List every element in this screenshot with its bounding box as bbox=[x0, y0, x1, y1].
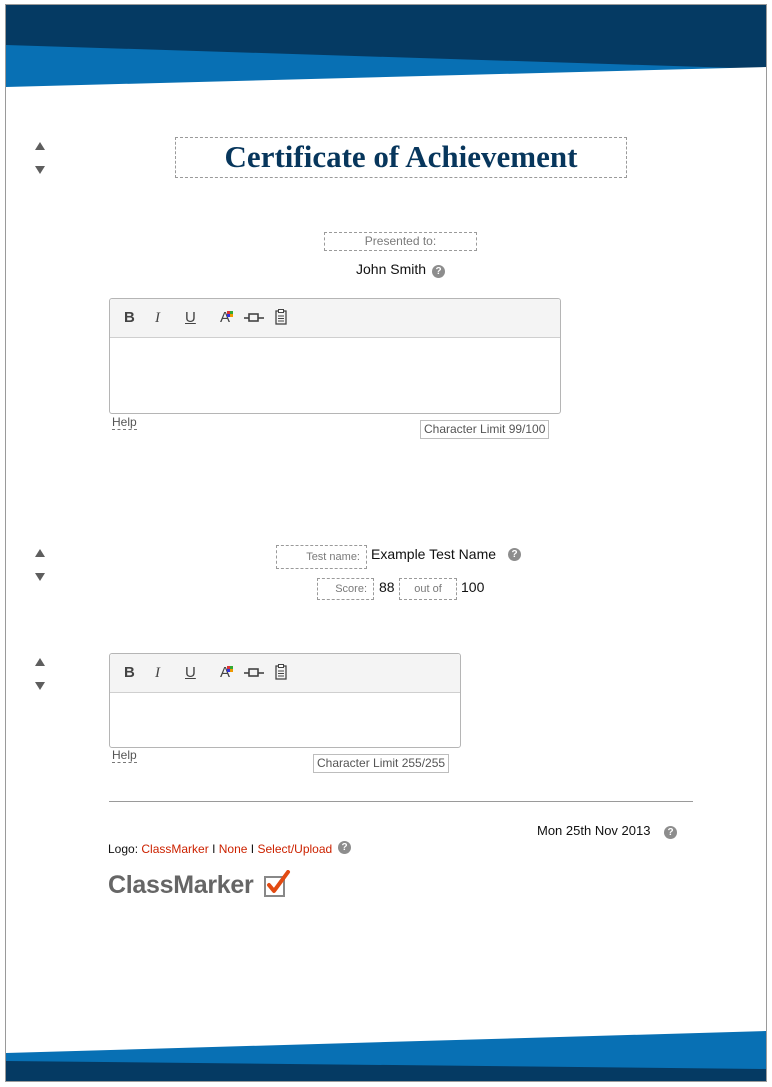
paste-icon[interactable] bbox=[274, 664, 288, 682]
font-color-button[interactable]: A bbox=[215, 309, 235, 327]
text-editor-1: B I U A bbox=[109, 298, 561, 414]
insert-link-icon[interactable] bbox=[243, 664, 265, 682]
italic-button[interactable]: I bbox=[155, 664, 160, 682]
font-color-button[interactable]: A bbox=[215, 664, 235, 682]
title-field[interactable]: Certificate of Achievement bbox=[175, 137, 627, 178]
test-name-value: Example Test Name bbox=[371, 546, 497, 562]
out-of-value: 100 bbox=[461, 579, 485, 595]
out-of-label-field[interactable]: out of bbox=[399, 578, 457, 600]
test-name-label: Test name: bbox=[306, 551, 360, 563]
move-down-arrow[interactable] bbox=[35, 573, 45, 581]
editor-text-area[interactable] bbox=[110, 338, 560, 414]
move-up-arrow[interactable] bbox=[35, 658, 45, 666]
logo-option-classmarker[interactable]: ClassMarker bbox=[141, 842, 208, 856]
classmarker-logo: ClassMarker bbox=[108, 871, 254, 900]
editor-text-area[interactable] bbox=[110, 693, 460, 748]
move-down-arrow[interactable] bbox=[35, 682, 45, 690]
move-down-arrow[interactable] bbox=[35, 166, 45, 174]
date-help-icon[interactable]: ? bbox=[664, 826, 677, 839]
divider bbox=[109, 801, 693, 802]
logo-brand-text: ClassMarker bbox=[108, 871, 254, 899]
presented-label-field[interactable]: Presented to: bbox=[324, 232, 477, 251]
italic-button[interactable]: I bbox=[155, 309, 160, 327]
character-limit-counter: Character Limit 99/100 bbox=[420, 420, 550, 439]
presented-label: Presented to: bbox=[364, 234, 437, 248]
bold-button[interactable]: B bbox=[124, 309, 135, 327]
editor-help-link[interactable]: Help bbox=[112, 415, 137, 430]
checkmark-logo-icon bbox=[263, 870, 290, 897]
logo-label: Logo: bbox=[108, 842, 139, 856]
test-name-label-field[interactable]: Test name: bbox=[276, 545, 367, 569]
logo-option-upload[interactable]: Select/Upload bbox=[257, 842, 332, 856]
editor-toolbar: B I U A bbox=[110, 299, 560, 338]
insert-link-icon[interactable] bbox=[243, 309, 265, 327]
recipient-help-icon[interactable]: ? bbox=[432, 265, 445, 278]
score-label: Score: bbox=[335, 583, 367, 595]
underline-button[interactable]: U bbox=[185, 309, 196, 327]
logo-separator: I bbox=[212, 842, 216, 856]
underline-button[interactable]: U bbox=[185, 664, 196, 682]
certificate-page: Certificate of Achievement Presented to:… bbox=[5, 4, 767, 1082]
logo-option-none[interactable]: None bbox=[219, 842, 248, 856]
certificate-title: Certificate of Achievement bbox=[224, 139, 578, 174]
logo-options: Logo: ClassMarker I None I Select/Upload bbox=[108, 842, 332, 856]
move-up-arrow[interactable] bbox=[35, 142, 45, 150]
bottom-banner bbox=[6, 1029, 766, 1081]
score-value: 88 bbox=[379, 579, 395, 595]
logo-help-icon[interactable]: ? bbox=[338, 841, 351, 854]
bold-button[interactable]: B bbox=[124, 664, 135, 682]
test-name-help-icon[interactable]: ? bbox=[508, 548, 521, 561]
text-editor-2: B I U A bbox=[109, 653, 461, 748]
editor-toolbar: B I U A bbox=[110, 654, 460, 693]
score-label-field[interactable]: Score: bbox=[317, 578, 374, 600]
certificate-date: Mon 25th Nov 2013 bbox=[537, 823, 651, 838]
editor-help-link[interactable]: Help bbox=[112, 748, 137, 763]
logo-separator: I bbox=[250, 842, 255, 856]
out-of-label: out of bbox=[414, 583, 442, 595]
character-limit-counter: Character Limit 255/255 bbox=[313, 754, 450, 773]
paste-icon[interactable] bbox=[274, 309, 288, 327]
move-up-arrow[interactable] bbox=[35, 549, 45, 557]
recipient-name: John Smith bbox=[356, 261, 427, 277]
top-banner bbox=[6, 5, 766, 95]
